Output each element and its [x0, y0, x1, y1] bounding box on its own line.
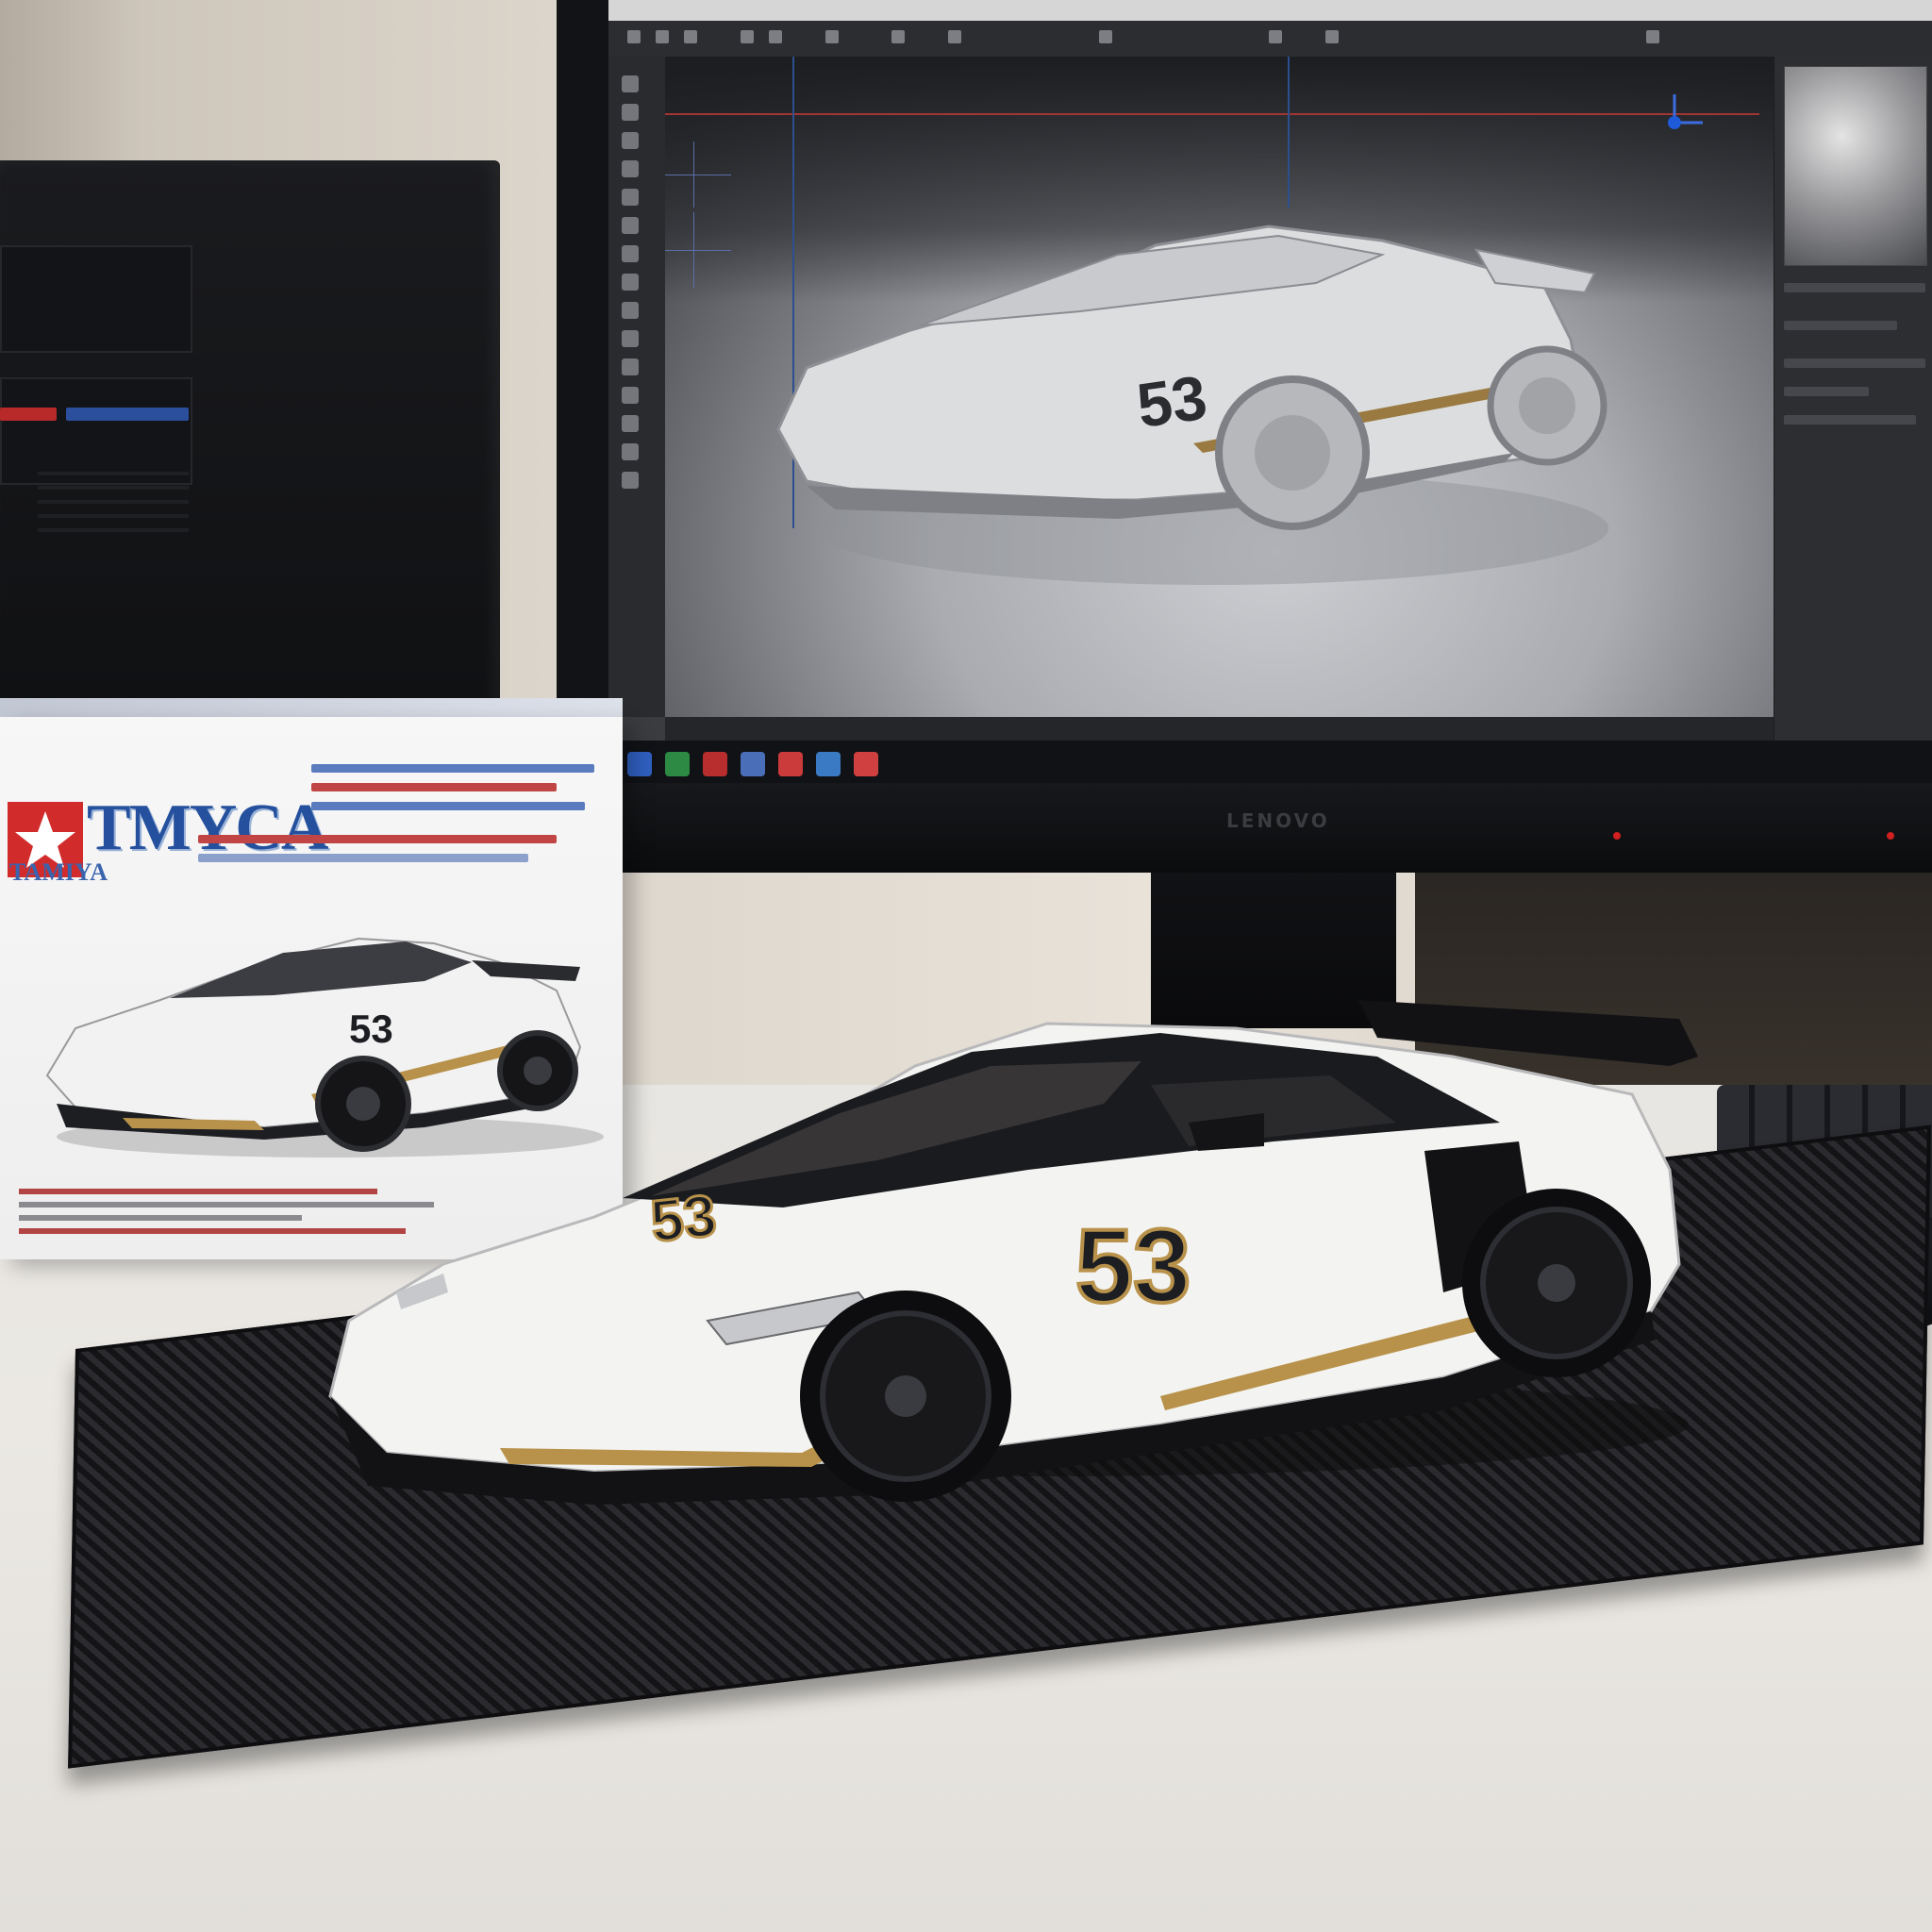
tool-icon[interactable]	[622, 387, 639, 404]
tool-icon[interactable]	[622, 472, 639, 489]
option-icon[interactable]	[627, 30, 641, 43]
options-bar	[608, 21, 1932, 58]
power-led	[1613, 832, 1621, 840]
power-led	[1887, 832, 1894, 840]
taskbar-app-icon[interactable]	[778, 752, 803, 776]
option-icon[interactable]	[1269, 30, 1282, 43]
tool-icon[interactable]	[622, 245, 639, 262]
option-icon[interactable]	[1646, 30, 1659, 43]
tool-icon[interactable]	[622, 358, 639, 375]
option-icon[interactable]	[656, 30, 669, 43]
box-text-stripe	[311, 783, 557, 791]
timeline-bar[interactable]	[665, 717, 1774, 741]
option-icon[interactable]	[1325, 30, 1339, 43]
taskbar-app-icon[interactable]	[627, 752, 652, 776]
taskbar-app-icon[interactable]	[854, 752, 878, 776]
vent-slot	[38, 486, 189, 490]
tool-icon[interactable]	[622, 415, 639, 432]
hood-number: 53	[648, 1183, 720, 1255]
tool-panel	[608, 57, 666, 717]
properties-panel	[1774, 57, 1932, 797]
vent-slot	[38, 528, 189, 532]
panel-row[interactable]	[1784, 358, 1925, 368]
tool-icon[interactable]	[622, 104, 639, 121]
menu-bar[interactable]	[608, 0, 1932, 21]
taskbar-app-icon[interactable]	[665, 752, 690, 776]
option-icon[interactable]	[741, 30, 754, 43]
box-sub-brand: TAMIYA	[9, 858, 108, 886]
3d-viewport[interactable]: 53	[665, 57, 1774, 717]
screen-car-number: 53	[1133, 361, 1211, 440]
clay-car-render: 53	[776, 225, 1608, 585]
option-icon[interactable]	[825, 30, 839, 43]
tool-icon[interactable]	[622, 189, 639, 206]
box-text-stripe	[311, 764, 594, 773]
panel-row[interactable]	[1784, 415, 1916, 425]
vent-slot	[38, 500, 189, 504]
door-number: 53	[1075, 1208, 1191, 1324]
vent-slot	[38, 472, 189, 475]
taskbar-app-icon[interactable]	[703, 752, 727, 776]
tool-icon[interactable]	[622, 330, 639, 347]
panel-row[interactable]	[1784, 321, 1897, 330]
material-preview	[1784, 66, 1927, 266]
pc-led-strip	[66, 408, 189, 421]
tool-icon[interactable]	[622, 75, 639, 92]
panel-row[interactable]	[1784, 387, 1869, 396]
tool-icon[interactable]	[622, 160, 639, 177]
pc-tower	[0, 160, 500, 745]
panel-row[interactable]	[1784, 283, 1925, 292]
option-icon[interactable]	[891, 30, 905, 43]
monitor-screen: 53	[608, 0, 1932, 797]
option-icon[interactable]	[769, 30, 782, 43]
pc-led-strip	[0, 408, 57, 421]
tool-icon[interactable]	[622, 302, 639, 319]
scale-model-car: 53 53	[328, 1000, 1698, 1505]
box-text-stripe	[198, 835, 557, 843]
drive-bay	[0, 245, 192, 353]
tool-icon[interactable]	[622, 217, 639, 234]
tool-icon[interactable]	[622, 274, 639, 291]
option-icon[interactable]	[684, 30, 697, 43]
box-text-stripe	[198, 854, 528, 862]
monitor-logo: LENOVO	[1226, 809, 1330, 832]
tool-icon[interactable]	[622, 132, 639, 149]
taskbar-app-icon[interactable]	[741, 752, 765, 776]
option-icon[interactable]	[1099, 30, 1112, 43]
drive-bay	[0, 377, 192, 485]
box-text-stripe	[311, 802, 585, 810]
taskbar-app-icon[interactable]	[816, 752, 841, 776]
option-icon[interactable]	[948, 30, 961, 43]
vent-slot	[38, 514, 189, 518]
tool-icon[interactable]	[622, 443, 639, 460]
